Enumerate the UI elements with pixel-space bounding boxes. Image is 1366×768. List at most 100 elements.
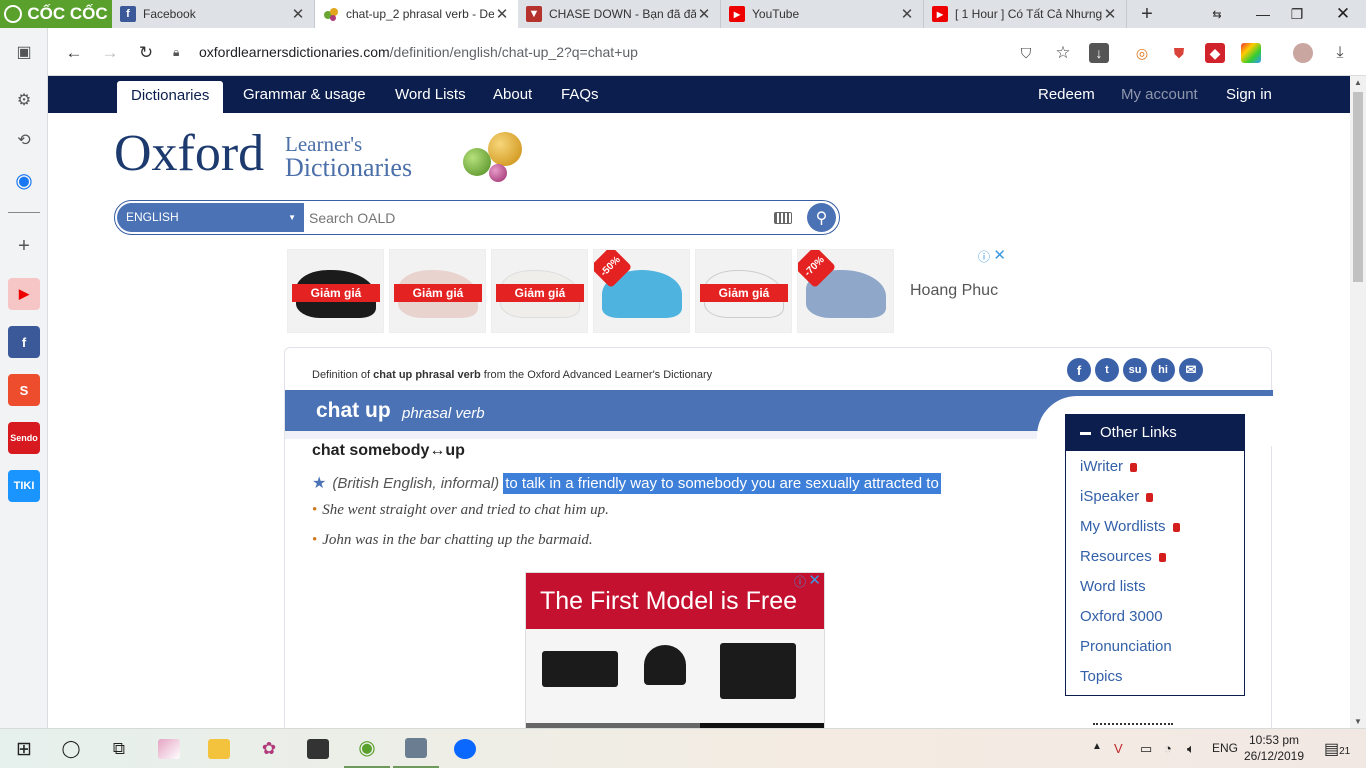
nav-redeem[interactable]: Redeem: [1024, 76, 1109, 113]
address-bar[interactable]: 🔒︎ oxfordlearnersdictionaries.com/defini…: [173, 37, 1163, 67]
ad-product[interactable]: Giảm giá: [287, 249, 384, 333]
tab-facebook[interactable]: f Facebook ✕: [112, 0, 315, 28]
shield-icon[interactable]: ⛉: [1016, 43, 1036, 63]
adblock-icon[interactable]: ⛊: [1169, 43, 1189, 63]
other-link-item[interactable]: iSpeaker: [1080, 488, 1154, 505]
app-icon[interactable]: [393, 729, 439, 768]
history-icon[interactable]: ⟲: [8, 124, 40, 156]
extension-grid-icon[interactable]: [1241, 43, 1261, 63]
avatar[interactable]: [1293, 43, 1313, 63]
hi5-share-icon[interactable]: hi: [1151, 358, 1175, 382]
facebook-share-icon[interactable]: f: [1067, 358, 1091, 382]
tab-youtube[interactable]: ▶ YouTube ✕: [721, 0, 924, 28]
other-link-item[interactable]: Pronunciation: [1080, 638, 1172, 655]
tab-chase-down[interactable]: ▼ CHASE DOWN - Bạn đã đăn ✕: [518, 0, 721, 28]
other-link-item[interactable]: Topics: [1080, 668, 1123, 685]
battery-icon[interactable]: ▭: [1140, 741, 1152, 757]
shoe-ad-banner[interactable]: Giảm giá Giảm giá Giảm giá -50% Giảm giá…: [284, 246, 1012, 336]
close-icon[interactable]: ✕: [808, 573, 821, 589]
paint-app-icon[interactable]: ✿: [246, 729, 292, 768]
input-language[interactable]: ENG: [1212, 741, 1238, 755]
scrollbar-thumb[interactable]: [1353, 92, 1363, 282]
ad-product[interactable]: Giảm giá: [491, 249, 588, 333]
clock[interactable]: 10:53 pm 26/12/2019: [1238, 732, 1310, 764]
tiki-app-icon[interactable]: TIKI: [8, 470, 40, 502]
download-page-icon[interactable]: ↓: [1089, 43, 1109, 63]
close-icon[interactable]: ✕: [1102, 5, 1118, 23]
language-select[interactable]: ENGLISH ▼: [117, 203, 304, 232]
facebook-app-icon[interactable]: f: [8, 326, 40, 358]
definition-text[interactable]: to talk in a friendly way to somebody yo…: [503, 473, 941, 494]
windows-start-icon[interactable]: ⊞: [1, 729, 47, 768]
other-link-item[interactable]: Resources: [1080, 548, 1166, 565]
chrome-extension-icon[interactable]: ◎: [1132, 43, 1152, 63]
search-button[interactable]: ⚲: [807, 203, 836, 232]
close-icon[interactable]: ✕: [696, 5, 712, 23]
zalo-icon[interactable]: [442, 729, 488, 768]
nav-about[interactable]: About: [479, 76, 546, 113]
other-links-header[interactable]: Other Links: [1066, 415, 1244, 451]
chip-ad[interactable]: The First Model is Free ⓘ ✕: [525, 572, 825, 728]
shopee-app-icon[interactable]: S: [8, 374, 40, 406]
new-tab-button[interactable]: +: [1127, 0, 1167, 28]
restore-button[interactable]: ❐: [1276, 0, 1318, 28]
close-icon[interactable]: ✕: [993, 246, 1006, 264]
sticky-notes-icon[interactable]: [295, 729, 341, 768]
other-link-item[interactable]: Word lists: [1080, 578, 1146, 595]
other-link-item[interactable]: My Wordlists: [1080, 518, 1180, 535]
other-link-item[interactable]: Oxford 3000: [1080, 608, 1163, 625]
chip-image: [542, 651, 618, 687]
close-window-button[interactable]: ✕: [1322, 0, 1364, 28]
volume-icon[interactable]: 🔈︎: [1187, 741, 1195, 757]
nav-grammar-usage[interactable]: Grammar & usage: [229, 76, 380, 113]
oxford-logo[interactable]: Oxford Learner's Dictionaries: [114, 126, 412, 182]
search-input[interactable]: [309, 201, 769, 234]
close-icon[interactable]: ✕: [494, 5, 510, 23]
page-scrollbar[interactable]: ▲ ▼: [1350, 76, 1366, 728]
nav-faqs[interactable]: FAQs: [547, 76, 613, 113]
nav-word-lists[interactable]: Word Lists: [381, 76, 480, 113]
sidebar-toggle-icon[interactable]: ▣: [8, 36, 40, 68]
stumbleupon-share-icon[interactable]: su: [1123, 358, 1147, 382]
search-icon[interactable]: ◯: [48, 729, 94, 768]
nav-sign-in[interactable]: Sign in: [1212, 76, 1286, 113]
nav-dictionaries[interactable]: Dictionaries: [117, 81, 224, 113]
reload-button[interactable]: ↻: [133, 40, 159, 66]
adchoices-icon[interactable]: ⓘ: [794, 573, 806, 590]
close-icon[interactable]: ✕: [290, 5, 306, 23]
app-icon[interactable]: [146, 729, 192, 768]
ad-product[interactable]: Giảm giá: [389, 249, 486, 333]
add-icon[interactable]: +: [8, 230, 40, 262]
browser-toolbar: ← → ↻ 🔒︎ oxfordlearnersdictionaries.com /…: [48, 28, 1366, 76]
download-icon[interactable]: ⤓: [1330, 43, 1350, 63]
file-explorer-icon[interactable]: [196, 729, 242, 768]
sendo-app-icon[interactable]: Sendo: [8, 422, 40, 454]
close-icon[interactable]: ✕: [899, 5, 915, 23]
bookmark-star-icon[interactable]: ☆: [1053, 43, 1073, 63]
tab-oxford[interactable]: chat-up_2 phrasal verb - De ✕: [315, 0, 518, 28]
ad-product[interactable]: -50%: [593, 249, 690, 333]
messenger-icon[interactable]: ◉: [8, 164, 40, 196]
chevron-up-icon[interactable]: ▲: [1092, 741, 1102, 752]
coccoc-taskbar-icon[interactable]: ◉: [344, 729, 390, 768]
extension-red-icon[interactable]: ◆: [1205, 43, 1225, 63]
tab-youtube-2[interactable]: ▶ [ 1 Hour ] Có Tất Cả Nhưng ✕: [924, 0, 1127, 28]
adchoices-icon[interactable]: ⓘ: [978, 248, 990, 265]
gear-icon[interactable]: ⚙: [8, 84, 40, 116]
tab-search-icon[interactable]: ⇆: [1196, 0, 1238, 28]
wifi-icon[interactable]: ◔: [1164, 741, 1172, 756]
twitter-share-icon[interactable]: t: [1095, 358, 1119, 382]
coccoc-menu-button[interactable]: CỐC CỐC: [0, 0, 112, 28]
other-link-item[interactable]: iWriter: [1080, 458, 1138, 475]
nav-my-account[interactable]: My account: [1107, 76, 1212, 113]
ad-product[interactable]: -70%: [797, 249, 894, 333]
task-view-icon[interactable]: ⧉: [96, 729, 142, 768]
keyboard-icon[interactable]: [774, 212, 792, 224]
notification-icon[interactable]: ▤21: [1324, 739, 1350, 759]
ad-product[interactable]: Giảm giá: [695, 249, 792, 333]
back-button[interactable]: ←: [61, 40, 87, 66]
youtube-app-icon[interactable]: ▶: [8, 278, 40, 310]
forward-button[interactable]: →: [97, 40, 123, 66]
unikey-icon[interactable]: V: [1114, 741, 1123, 756]
email-share-icon[interactable]: ✉: [1179, 358, 1203, 382]
